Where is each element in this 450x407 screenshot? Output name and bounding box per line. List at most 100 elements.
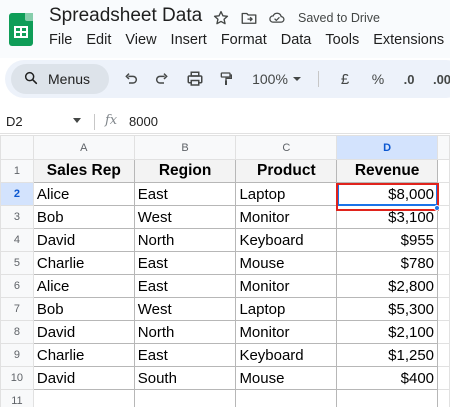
row-header[interactable]: 1 [0, 159, 34, 183]
grid-cell[interactable]: $780 [336, 251, 439, 275]
grid-cell[interactable]: Mouse [235, 251, 338, 275]
grid-cell[interactable]: $3,100 [336, 205, 439, 229]
grid-cell[interactable] [235, 389, 338, 407]
grid-cell[interactable] [133, 389, 237, 407]
row-header[interactable]: 8 [0, 320, 34, 344]
grid-cell[interactable] [336, 389, 439, 407]
grid-cell[interactable]: $400 [336, 366, 439, 390]
grid-cell[interactable]: Monitor [235, 320, 338, 344]
menu-data[interactable]: Data [281, 32, 312, 48]
column-header-c[interactable]: C [235, 135, 338, 160]
column-header-d[interactable]: D [336, 135, 439, 160]
grid-cell[interactable] [437, 343, 450, 367]
grid-cell[interactable] [437, 182, 450, 206]
grid-cell[interactable]: North [133, 228, 237, 252]
menu-tools[interactable]: Tools [325, 32, 359, 48]
menu-edit[interactable]: Edit [86, 32, 111, 48]
header-cell-product[interactable]: Product [235, 159, 338, 183]
menu-insert[interactable]: Insert [171, 32, 207, 48]
grid-cell[interactable]: East [133, 251, 237, 275]
row-header[interactable]: 2 [0, 182, 34, 206]
grid-cell[interactable] [32, 389, 135, 407]
chevron-down-icon[interactable] [292, 69, 302, 89]
grid-cell[interactable]: $1,250 [336, 343, 439, 367]
grid-cell[interactable]: West [133, 205, 237, 229]
print-icon[interactable] [185, 69, 205, 89]
search-label: Menus [48, 71, 91, 87]
move-folder-icon[interactable] [240, 9, 258, 27]
undo-icon[interactable] [122, 69, 140, 89]
grid-cell[interactable] [437, 159, 450, 183]
search-menus-button[interactable]: Menus [11, 64, 109, 94]
grid-cell[interactable]: $2,800 [336, 274, 439, 298]
grid-cell[interactable] [437, 389, 450, 407]
paint-format-icon[interactable] [217, 69, 235, 89]
row-header[interactable]: 7 [0, 297, 34, 321]
grid-cell[interactable]: Charlie [32, 343, 135, 367]
header-cell-sales-rep[interactable]: Sales Rep [32, 159, 135, 183]
grid-cell[interactable]: Keyboard [235, 228, 338, 252]
percent-format-button[interactable]: % [371, 69, 385, 89]
grid-cell[interactable]: East [133, 274, 237, 298]
fill-handle[interactable] [434, 205, 440, 211]
row-header[interactable]: 3 [0, 205, 34, 229]
header-cell-revenue[interactable]: Revenue [336, 159, 439, 183]
row-header[interactable]: 5 [0, 251, 34, 275]
star-icon[interactable] [212, 9, 230, 27]
grid-cell[interactable] [437, 366, 450, 390]
grid-cell[interactable]: East [133, 182, 237, 206]
grid-cell[interactable]: Laptop [235, 182, 338, 206]
grid-cell[interactable]: $5,300 [336, 297, 439, 321]
grid-cell[interactable] [437, 320, 450, 344]
decrease-decimals-button[interactable]: .0 [399, 69, 419, 89]
grid-cell[interactable] [437, 274, 450, 298]
menu-file[interactable]: File [49, 32, 72, 48]
name-box-dropdown-icon[interactable] [73, 118, 81, 123]
select-all-corner[interactable] [0, 135, 34, 160]
grid-cell[interactable] [437, 297, 450, 321]
increase-decimals-button[interactable]: .00 [429, 69, 450, 89]
row-header[interactable]: 10 [0, 366, 34, 390]
menu-extensions[interactable]: Extensions [373, 32, 444, 48]
header-cell-region[interactable]: Region [133, 159, 237, 183]
menu-view[interactable]: View [125, 32, 156, 48]
redo-icon[interactable] [153, 69, 171, 89]
grid-cell[interactable] [437, 228, 450, 252]
grid-cell[interactable]: Keyboard [235, 343, 338, 367]
grid-cell[interactable]: Alice [32, 182, 135, 206]
grid-cell[interactable]: East [133, 343, 237, 367]
formula-input[interactable]: 8000 [129, 114, 158, 129]
grid-cell[interactable]: Alice [32, 274, 135, 298]
column-header-b[interactable]: B [133, 135, 237, 160]
grid-cell[interactable]: Monitor [235, 205, 338, 229]
grid-cell[interactable]: Charlie [32, 251, 135, 275]
row-header[interactable]: 11 [0, 389, 34, 407]
zoom-select[interactable]: 100% [250, 69, 290, 89]
column-header-a[interactable]: A [32, 135, 135, 160]
document-title[interactable]: Spreadsheet Data [49, 5, 202, 27]
grid-cell[interactable]: Laptop [235, 297, 338, 321]
grid-cell[interactable] [437, 251, 450, 275]
grid-cell[interactable]: Mouse [235, 366, 338, 390]
currency-format-button[interactable]: £ [338, 69, 352, 89]
row-header[interactable]: 4 [0, 228, 34, 252]
grid-cell[interactable]: David [32, 228, 135, 252]
row-header[interactable]: 9 [0, 343, 34, 367]
row-header[interactable]: 6 [0, 274, 34, 298]
grid-cell[interactable]: $2,100 [336, 320, 439, 344]
grid-cell[interactable]: David [32, 366, 135, 390]
grid-cell[interactable]: Bob [32, 205, 135, 229]
grid-cell[interactable]: West [133, 297, 237, 321]
name-box[interactable]: D2 [6, 114, 23, 129]
sheets-logo-icon[interactable] [9, 13, 33, 46]
active-cell[interactable]: $8,000 [336, 182, 439, 206]
grid-cell[interactable]: South [133, 366, 237, 390]
grid-cell[interactable]: David [32, 320, 135, 344]
grid-cell[interactable]: Monitor [235, 274, 338, 298]
grid-cell[interactable]: North [133, 320, 237, 344]
menu-format[interactable]: Format [221, 32, 267, 48]
grid-cell[interactable]: $955 [336, 228, 439, 252]
column-header-e[interactable] [437, 135, 450, 160]
grid-cell[interactable]: Bob [32, 297, 135, 321]
cloud-saved-icon[interactable] [268, 9, 286, 27]
